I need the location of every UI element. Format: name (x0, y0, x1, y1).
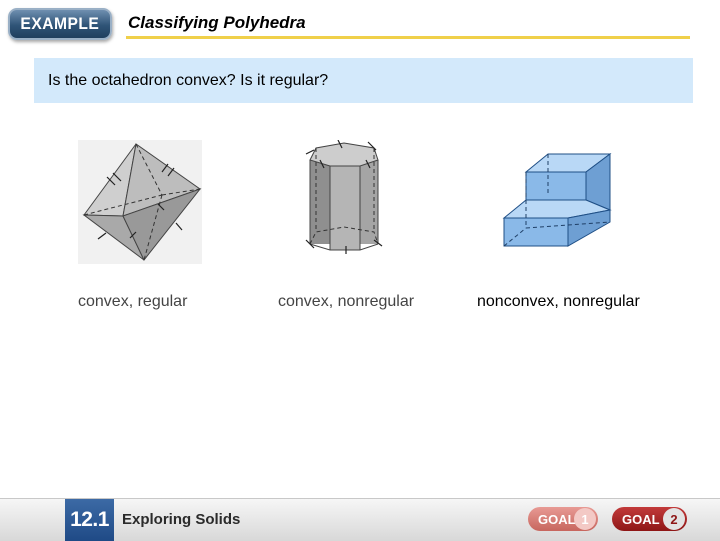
slide-title: Classifying Polyhedra (128, 13, 306, 32)
goal-2-button[interactable]: GOAL 2 (612, 507, 687, 531)
hexagonal-prism-figure (305, 140, 383, 254)
octahedron-caption: convex, regular (78, 293, 188, 310)
goal-1-button[interactable]: GOAL 1 (528, 507, 598, 531)
section-number: 12.1 (65, 499, 114, 541)
title-underline (126, 36, 690, 39)
goal-2-label: GOAL (622, 511, 660, 527)
footer-bar: 12.1 Exploring Solids GOAL 1 GOAL 2 (0, 498, 720, 541)
goal-2-number: 2 (663, 508, 685, 530)
stepped-block-figure (502, 153, 612, 247)
example-badge-label: EXAMPLE (20, 14, 100, 33)
example-badge: EXAMPLE (8, 8, 112, 40)
section-title: Exploring Solids (122, 511, 241, 528)
question-text: Is the octahedron convex? Is it regular? (48, 72, 329, 89)
goal-1-label: GOAL (538, 511, 576, 527)
hexagonal-prism-caption: convex, nonregular (278, 293, 415, 310)
stepped-block-caption: nonconvex, nonregular (477, 293, 640, 310)
goal-1-number: 1 (574, 508, 596, 530)
octahedron-figure (78, 140, 202, 264)
question-box: Is the octahedron convex? Is it regular? (34, 58, 693, 103)
